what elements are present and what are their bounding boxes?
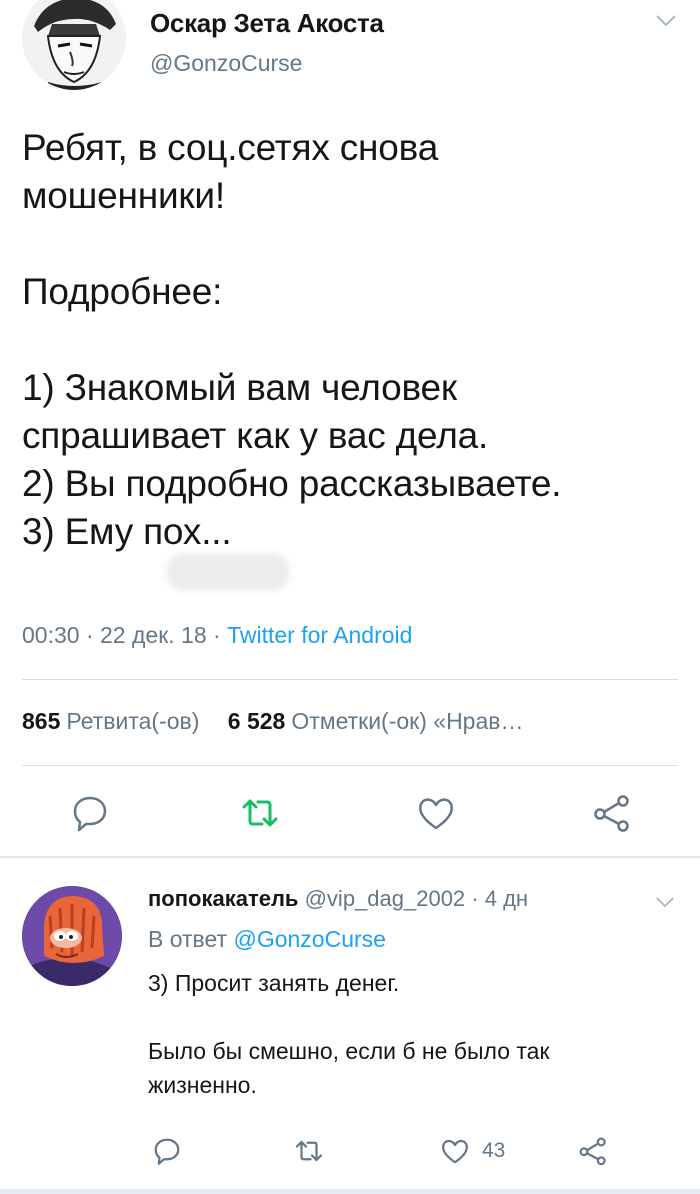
reply-to-line: В ответ @GonzoCurse <box>148 926 386 953</box>
author-name[interactable]: Оскар Зета Акоста <box>150 8 384 39</box>
meta-separator: · <box>85 622 94 648</box>
reply-prefix: В ответ <box>148 926 228 952</box>
bottom-border <box>0 1189 700 1194</box>
like-icon[interactable] <box>416 793 456 833</box>
reply-author-avatar[interactable] <box>22 886 122 986</box>
divider <box>22 765 678 766</box>
author-handle[interactable]: @GonzoCurse <box>150 50 302 77</box>
tweet-text: Ребят, в соц.сетях снова мошенники! Подр… <box>22 127 562 552</box>
reply-icon[interactable] <box>152 1136 182 1166</box>
tweet-time: 00:30 <box>22 622 80 648</box>
reply-like-count: 43 <box>482 1139 506 1162</box>
reply-author-name[interactable]: попокакатель <box>148 886 298 911</box>
section-separator <box>0 856 700 858</box>
chevron-down-icon[interactable] <box>655 896 677 910</box>
likes-label: Отметки(-ок) <box>291 708 427 734</box>
retweets-stat[interactable]: 865 Ретвита(-ов) <box>22 708 221 734</box>
author-avatar[interactable] <box>22 0 126 90</box>
share-icon[interactable] <box>578 1136 608 1166</box>
like-icon[interactable] <box>440 1136 470 1166</box>
retweet-icon[interactable] <box>294 1136 324 1166</box>
tweet-meta: 00:30 · 22 дек. 18 · Twitter for Android <box>22 622 412 649</box>
retweets-label: Ретвита(-ов) <box>66 708 200 734</box>
share-icon[interactable] <box>592 793 632 833</box>
reply-age: 4 дн <box>484 886 529 911</box>
tweet-client-link[interactable]: Twitter for Android <box>227 622 412 648</box>
reply-icon[interactable] <box>70 793 110 833</box>
tweet-date: 22 дек. 18 <box>100 622 207 648</box>
censor-blur <box>166 553 290 591</box>
likes-count: 6 528 <box>227 708 286 734</box>
meta-separator: · <box>471 886 479 911</box>
divider <box>22 679 678 680</box>
reply-text: 3) Просит занять денег. Было бы смешно, … <box>148 970 550 1098</box>
chevron-down-icon[interactable] <box>655 14 677 28</box>
reply-author-handle[interactable]: @vip_dag_2002 <box>305 886 466 911</box>
tweet-stats: 865 Ретвита(-ов) 6 528 Отметки(-ок) «Нрав… <box>22 708 523 735</box>
reply-to-handle[interactable]: @GonzoCurse <box>233 926 385 952</box>
likes-more[interactable]: «Нрав… <box>433 708 523 734</box>
retweets-count: 865 <box>22 708 61 734</box>
reply-header: попокакатель @vip_dag_2002 · 4 дн <box>148 886 528 912</box>
retweet-icon[interactable] <box>240 793 280 833</box>
meta-separator: · <box>213 622 221 648</box>
likes-stat[interactable]: 6 528 Отметки(-ок) <box>228 708 427 734</box>
